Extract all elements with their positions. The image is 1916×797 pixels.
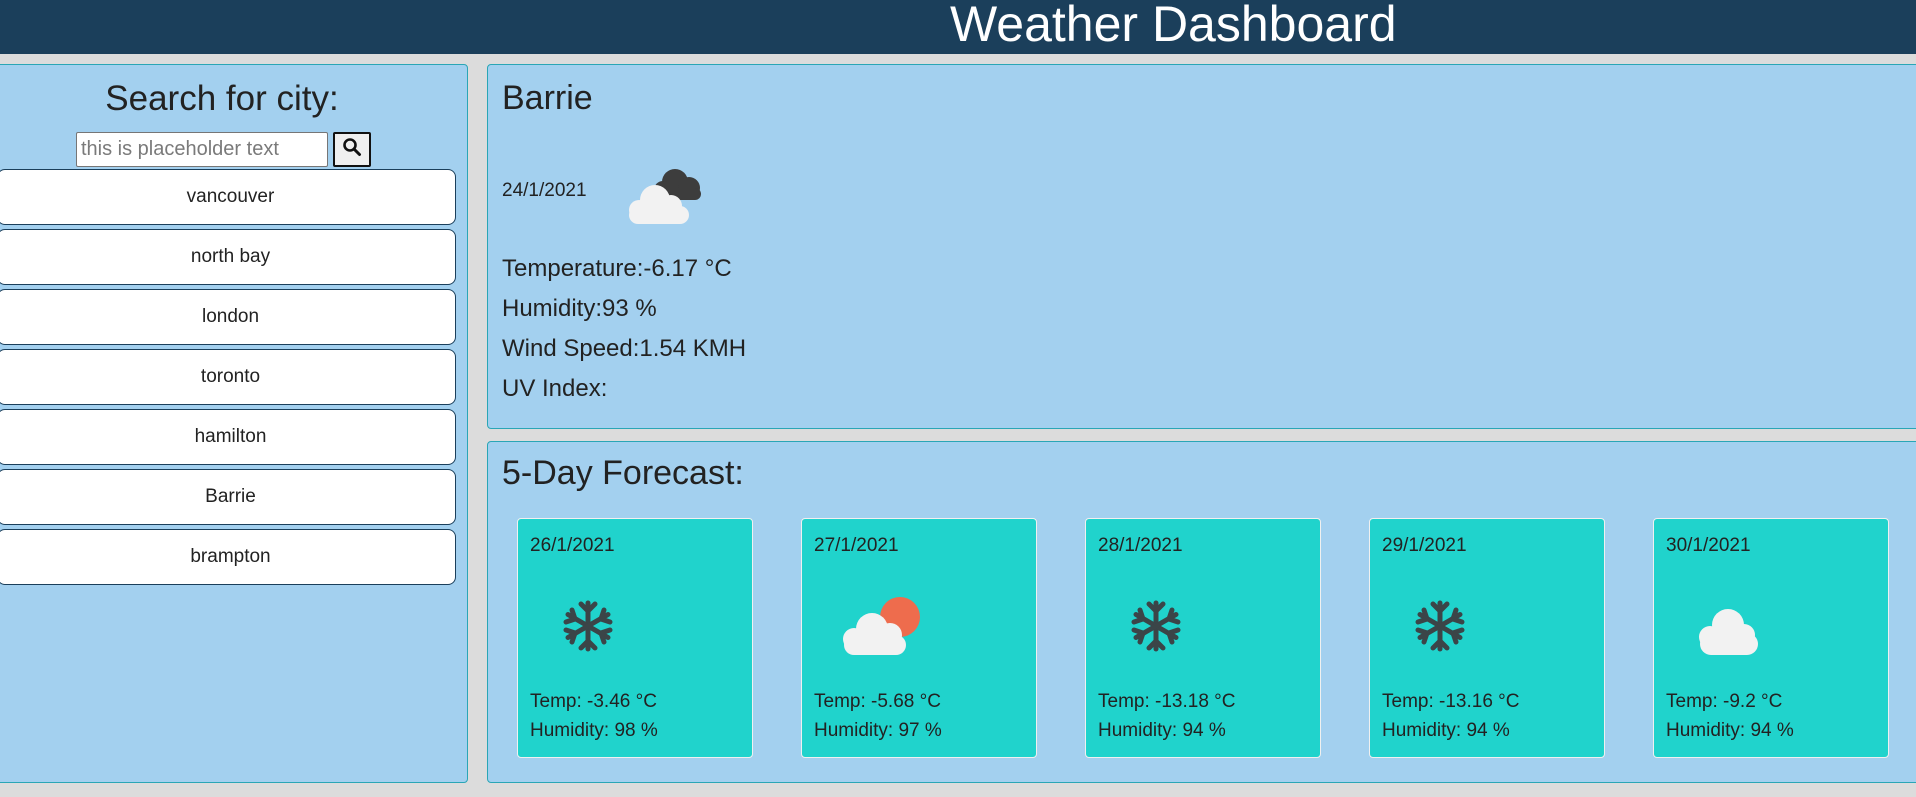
search-heading: Search for city:	[105, 79, 339, 118]
forecast-humidity: Humidity: 98 %	[530, 720, 658, 741]
city-search-input[interactable]	[76, 132, 328, 167]
forecast-date: 26/1/2021	[530, 535, 615, 556]
history-city-button[interactable]: vancouver	[0, 169, 456, 225]
current-wind-speed: Wind Speed:1.54 KMH	[502, 335, 747, 362]
snowflake-icon	[548, 591, 648, 661]
app-header: Weather Dashboard	[0, 0, 1916, 54]
forecast-date: 30/1/2021	[1666, 535, 1751, 556]
history-city-button[interactable]: hamilton	[0, 409, 456, 465]
forecast-card: 29/1/2021 Temp: -13.16 °C Humidity: 94 %	[1369, 518, 1605, 758]
sun-cloud-icon	[832, 591, 932, 661]
forecast-heading: 5-Day Forecast:	[502, 454, 744, 492]
current-city-name: Barrie	[502, 79, 593, 117]
forecast-humidity: Humidity: 94 %	[1666, 720, 1794, 741]
forecast-card: 27/1/2021 Temp: -5.68 °C Humidity: 97 %	[801, 518, 1037, 758]
history-city-button[interactable]: Barrie	[0, 469, 456, 525]
page-title: Weather Dashboard	[950, 0, 1397, 52]
history-city-button[interactable]: london	[0, 289, 456, 345]
current-temperature: Temperature:-6.17 °C	[502, 255, 732, 282]
forecast-card: 28/1/2021 Temp: -13.18 °C Humidity: 94 %	[1085, 518, 1321, 758]
forecast-temp: Temp: -9.2 °C	[1666, 691, 1783, 712]
history-city-button[interactable]: brampton	[0, 529, 456, 585]
snowflake-icon	[1116, 591, 1216, 661]
forecast-date: 28/1/2021	[1098, 535, 1183, 556]
current-date: 24/1/2021	[502, 180, 587, 201]
forecast-temp: Temp: -3.46 °C	[530, 691, 657, 712]
forecast-humidity: Humidity: 97 %	[814, 720, 942, 741]
forecast-temp: Temp: -13.18 °C	[1098, 691, 1236, 712]
search-sidebar: Search for city: vancouver north bay lon…	[0, 64, 468, 783]
dark-cloud-icon	[613, 160, 713, 230]
cloud-icon	[1684, 591, 1784, 661]
history-city-button[interactable]: toronto	[0, 349, 456, 405]
forecast-temp: Temp: -5.68 °C	[814, 691, 941, 712]
forecast-date: 29/1/2021	[1382, 535, 1467, 556]
current-humidity: Humidity:93 %	[502, 295, 657, 322]
forecast-humidity: Humidity: 94 %	[1382, 720, 1510, 741]
forecast-panel: 5-Day Forecast: 26/1/2021 Temp: -3.46 °C…	[487, 441, 1916, 783]
current-weather-panel: Barrie 24/1/2021 Temperature:-6.17 °C Hu…	[487, 64, 1916, 429]
search-history-list: vancouver north bay london toronto hamil…	[0, 169, 457, 589]
forecast-temp: Temp: -13.16 °C	[1382, 691, 1520, 712]
history-city-button[interactable]: north bay	[0, 229, 456, 285]
forecast-date: 27/1/2021	[814, 535, 899, 556]
current-uv-index: UV Index:	[502, 375, 608, 402]
forecast-humidity: Humidity: 94 %	[1098, 720, 1226, 741]
forecast-card: 26/1/2021 Temp: -3.46 °C Humidity: 98 %	[517, 518, 753, 758]
snowflake-icon	[1400, 591, 1500, 661]
search-icon	[342, 137, 362, 162]
search-button[interactable]	[333, 132, 371, 167]
forecast-card: 30/1/2021 Temp: -9.2 °C Humidity: 94 %	[1653, 518, 1889, 758]
